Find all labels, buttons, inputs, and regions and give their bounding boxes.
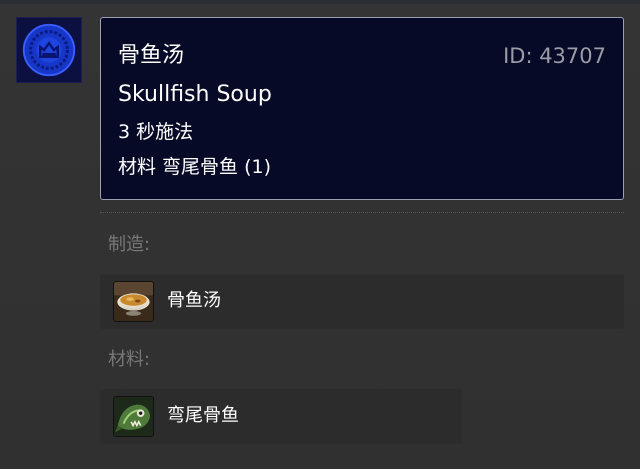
spell-detail-page: 骨鱼汤 ID: 43707 Skullfish Soup 3 秒施法 材料 弯尾… [0,0,640,469]
created-item-name: 骨鱼汤 [167,290,221,311]
spell-id: ID: 43707 [503,44,606,68]
spell-tooltip: 骨鱼汤 ID: 43707 Skullfish Soup 3 秒施法 材料 弯尾… [100,17,624,200]
reagents-label: 材料: [108,349,151,370]
section-divider [100,212,624,213]
created-item-row[interactable]: 骨鱼汤 [100,274,624,329]
spell-english-name: Skullfish Soup [118,82,272,107]
skullfish-icon [113,396,154,437]
reagents-line: 材料 弯尾骨鱼 (1) [118,156,271,178]
blue-rune-seal-icon [16,17,82,83]
soup-bowl-icon [113,281,154,322]
spell-name: 骨鱼汤 [118,43,185,68]
creates-label: 制造: [108,234,151,255]
reagent-item-row[interactable]: 弯尾骨鱼 [100,389,462,444]
cast-time: 3 秒施法 [118,121,194,143]
reagent-item-name: 弯尾骨鱼 [167,405,239,426]
top-border-strip [0,0,640,4]
